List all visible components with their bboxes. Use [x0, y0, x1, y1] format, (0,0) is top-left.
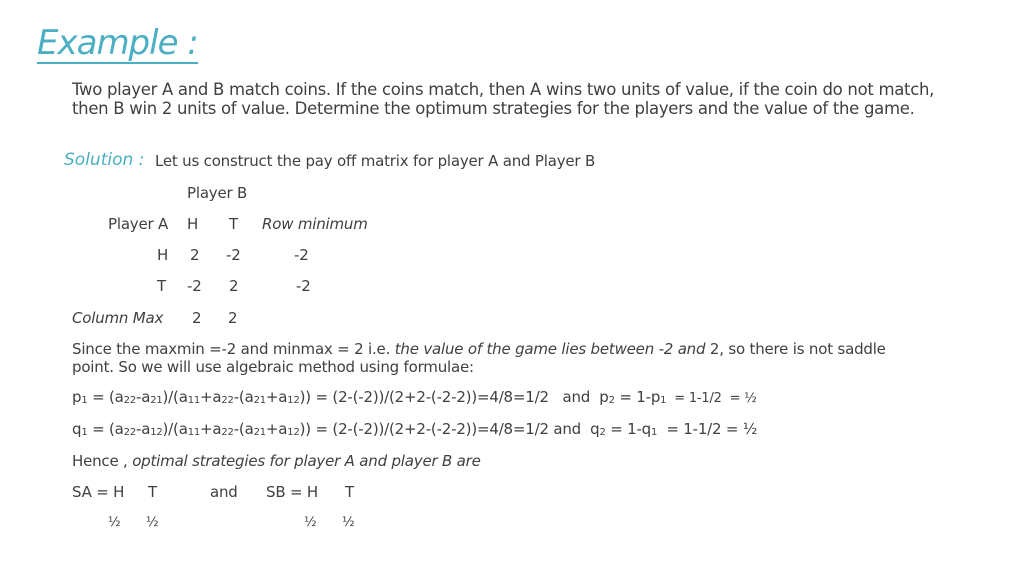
- cell-t-h: -2: [187, 277, 202, 295]
- hence-italic: optimal strategies for player A and play…: [132, 452, 481, 470]
- formula-text: -(a: [233, 420, 254, 438]
- subscript: 11: [187, 395, 201, 406]
- sb-t: T: [345, 483, 354, 501]
- row-min-h: -2: [294, 246, 309, 264]
- cell-t-t: 2: [229, 277, 239, 295]
- since-text-2: 2, so there is not saddle: [709, 340, 886, 358]
- subscript: 22: [221, 427, 234, 438]
- subscript: 11: [187, 427, 201, 438]
- formula-text: -a: [135, 420, 151, 438]
- sb-prob-t: ½: [342, 515, 355, 530]
- subscript: 1: [81, 395, 88, 406]
- formula-text: )) = (2-(-2))/(2+2-(-2-2))=4/8=1/2 and q: [299, 420, 600, 438]
- sa-label: SA = H: [72, 483, 125, 501]
- subscript: 22: [221, 395, 234, 406]
- formula-text: )) = (2-(-2))/(2+2-(-2-2))=4/8=1/2 and p: [299, 388, 609, 406]
- since-line-2: point. So we will use algebraic method u…: [72, 358, 474, 376]
- col-header-h: H: [187, 215, 199, 233]
- p-symbol: p: [72, 388, 82, 406]
- formula-text: )/(a: [162, 420, 188, 438]
- row-min-header: Row minimum: [262, 215, 368, 233]
- col-max-t: 2: [228, 309, 238, 327]
- sb-label: SB = H: [266, 483, 318, 501]
- subscript: 2: [608, 395, 615, 406]
- sa-prob-t: ½: [146, 515, 159, 530]
- sa-t: T: [148, 483, 157, 501]
- col-max-h: 2: [192, 309, 202, 327]
- formula-text: +a: [200, 420, 222, 438]
- player-a-label: Player A: [108, 215, 169, 233]
- formula-text: = 1-q: [605, 420, 652, 438]
- sa-prob-h: ½: [108, 515, 121, 530]
- sb-prob-h: ½: [304, 515, 317, 530]
- formula-text: +a: [200, 388, 222, 406]
- subscript: 21: [253, 427, 267, 438]
- solution-intro: Let us construct the pay off matrix for …: [155, 152, 596, 170]
- since-line-1: Since the maxmin =-2 and minmax = 2 i.e.…: [72, 340, 886, 358]
- subscript: 2: [599, 427, 606, 438]
- formula-result: = 1-1/2 = ½: [657, 420, 758, 438]
- formula-text: = 1-p: [614, 388, 661, 406]
- row-label-h: H: [157, 246, 169, 264]
- subscript: 1: [81, 427, 88, 438]
- subscript: 22: [123, 427, 137, 438]
- since-text-1: Since the maxmin =-2 and minmax = 2 i.e.: [72, 340, 395, 358]
- col-max-label: Column Max: [72, 309, 164, 327]
- subscript: 12: [150, 427, 163, 438]
- since-italic: the value of the game lies between -2 an…: [394, 340, 710, 358]
- formula-text: = (a: [87, 420, 124, 438]
- and-text: and: [210, 483, 238, 501]
- col-header-t: T: [229, 215, 238, 233]
- subscript: 1: [660, 395, 667, 406]
- row-label-t: T: [157, 277, 166, 295]
- formula-text: -a: [135, 388, 151, 406]
- subscript: 21: [253, 395, 267, 406]
- solution-label: Solution :: [64, 150, 145, 170]
- formula-text: -(a: [233, 388, 254, 406]
- subscript: 12: [287, 427, 300, 438]
- cell-h-h: 2: [190, 246, 200, 264]
- player-b-label: Player B: [187, 184, 248, 202]
- subscript: 22: [123, 395, 137, 406]
- slide-title: Example :: [37, 23, 199, 64]
- formula-text: = (a: [87, 388, 124, 406]
- subscript: 1: [651, 427, 658, 438]
- hence-line: Hence , optimal strategies for player A …: [72, 452, 481, 470]
- subscript: 21: [150, 395, 163, 406]
- problem-statement: Two player A and B match coins. If the c…: [72, 80, 935, 118]
- row-min-t: -2: [296, 277, 311, 295]
- subscript: 12: [287, 395, 300, 406]
- q-symbol: q: [72, 420, 82, 438]
- formula-result: = 1-1/2 = ½: [666, 391, 757, 406]
- formula-text: )/(a: [162, 388, 188, 406]
- formula-text: +a: [265, 420, 288, 438]
- p-formula: p1 = (a22-a21)/(a11+a22-(a21+a12)) = (2-…: [72, 388, 757, 406]
- cell-h-t: -2: [226, 246, 241, 264]
- formula-text: +a: [265, 388, 288, 406]
- q-formula: q1 = (a22-a12)/(a11+a22-(a21+a12)) = (2-…: [72, 420, 757, 438]
- hence-prefix: Hence ,: [72, 452, 133, 470]
